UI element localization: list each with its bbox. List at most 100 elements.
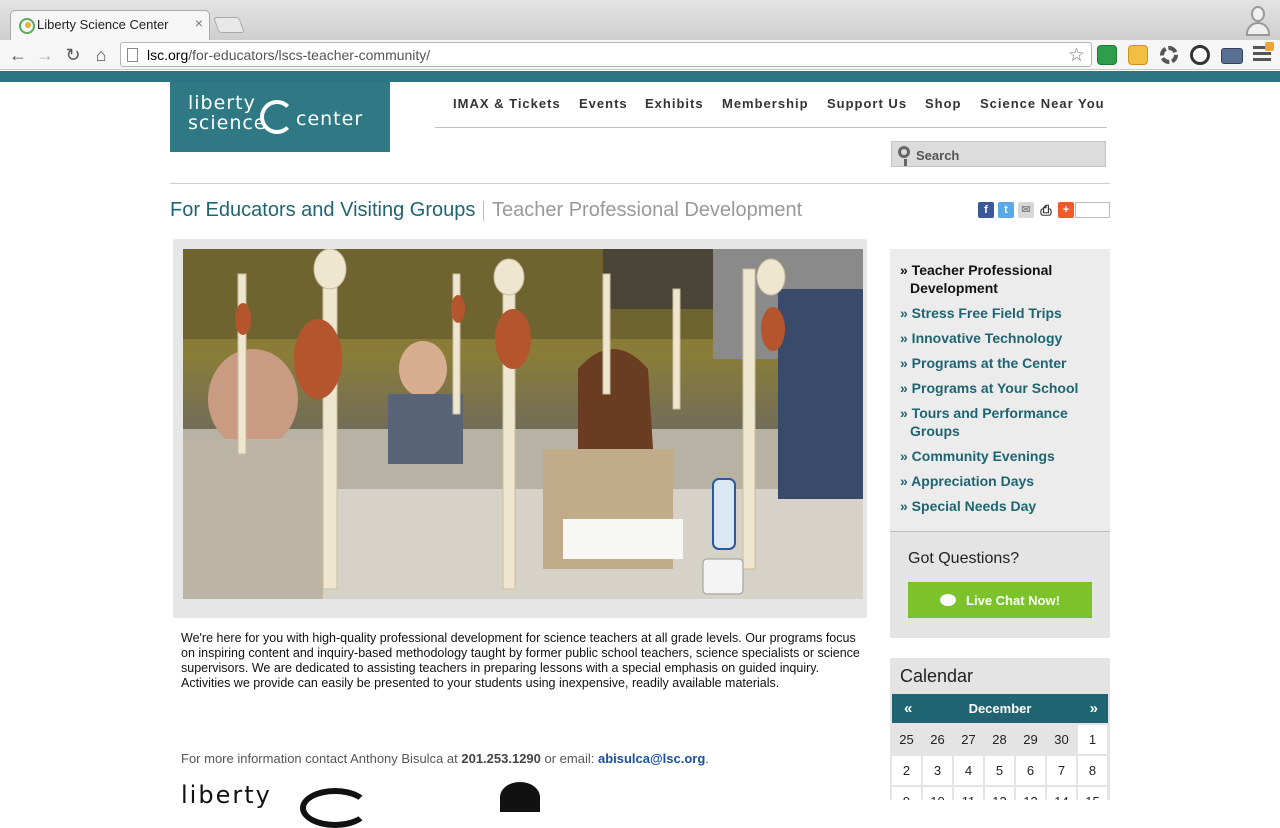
calendar-day[interactable]: 13 [1016, 787, 1045, 800]
nav-shop[interactable]: Shop [925, 96, 962, 111]
sidebar-item-programs-at-your-school[interactable]: » Programs at Your School [900, 379, 1100, 397]
contact-phone: 201.253.1290 [461, 751, 541, 766]
url-host: lsc.org [147, 47, 189, 63]
twitter-share-icon[interactable]: t [998, 202, 1014, 218]
chat-bubble-icon [940, 593, 957, 606]
hero-photo-frame [173, 239, 867, 618]
nav-science-near-you[interactable]: Science Near You [980, 96, 1105, 111]
addthis-share-icon[interactable]: + [1058, 202, 1074, 218]
browser-tab[interactable]: Liberty Science Center × [10, 10, 210, 40]
back-button[interactable]: ← [6, 43, 30, 67]
calendar-next-month-button[interactable]: » [1090, 700, 1098, 717]
email-share-icon[interactable]: ✉ [1018, 202, 1034, 218]
extension-camera-icon[interactable] [1221, 48, 1243, 64]
bookmark-star-icon[interactable]: ☆ [1068, 44, 1085, 67]
calendar-month-label: December [968, 701, 1032, 716]
sidebar-item-teacher-professional-development[interactable]: » Teacher Professional Development [900, 261, 1100, 297]
section-sidebar-nav: » Teacher Professional Development » Str… [890, 249, 1110, 532]
search-icon[interactable] [898, 146, 910, 166]
photo-illustration [183, 249, 863, 599]
address-bar[interactable]: lsc.org/for-educators/lscs-teacher-commu… [120, 42, 1092, 67]
page-icon [127, 48, 138, 62]
forward-button[interactable]: → [33, 43, 57, 67]
extension-gear-icon[interactable] [1160, 46, 1178, 64]
contact-email-link[interactable]: abisulca@lsc.org [598, 751, 705, 766]
profile-avatar-icon[interactable] [1244, 4, 1272, 38]
calendar-day[interactable]: 12 [985, 787, 1014, 800]
calendar-day[interactable]: 29 [1016, 725, 1045, 754]
calendar-heading: Calendar [900, 666, 974, 686]
calendar-day[interactable]: 30 [1047, 725, 1076, 754]
sidebar-item-community-evenings[interactable]: » Community Evenings [900, 447, 1100, 465]
nav-events[interactable]: Events [579, 96, 628, 111]
footer-logo-swirl-icon [300, 788, 370, 828]
calendar-widget: Calendar December « » 25 26 27 28 29 30 … [890, 658, 1110, 800]
url-text[interactable]: lsc.org/for-educators/lscs-teacher-commu… [147, 47, 430, 63]
calendar-month-bar: December « » [892, 694, 1108, 723]
footer-logo-text: liberty [181, 781, 272, 809]
calendar-day[interactable]: 3 [923, 756, 952, 785]
url-path: /for-educators/lscs-teacher-community/ [188, 47, 431, 63]
facebook-share-icon[interactable]: f [978, 202, 994, 218]
sidebar-item-programs-at-the-center[interactable]: » Programs at the Center [900, 354, 1100, 372]
nav-exhibits[interactable]: Exhibits [645, 96, 704, 111]
extension-ring-icon[interactable] [1190, 45, 1210, 65]
sidebar-item-innovative-technology[interactable]: » Innovative Technology [900, 329, 1100, 347]
logo-line-liberty: liberty [188, 92, 256, 114]
calendar-day[interactable]: 9 [892, 787, 921, 800]
calendar-day[interactable]: 8 [1078, 756, 1107, 785]
apple-logo-icon [500, 782, 540, 812]
site-favicon-icon [19, 18, 35, 34]
nav-imax-tickets[interactable]: IMAX & Tickets [453, 96, 561, 111]
extension-sync-icon[interactable] [1097, 45, 1117, 65]
new-tab-button[interactable] [213, 17, 245, 33]
page-title[interactable]: For Educators and Visiting Groups [170, 199, 475, 222]
calendar-day[interactable]: 10 [923, 787, 952, 800]
logo-line-center: center [296, 108, 364, 130]
calendar-day[interactable]: 2 [892, 756, 921, 785]
logo-swirl-icon [260, 100, 294, 134]
calendar-day[interactable]: 11 [954, 787, 983, 800]
page-subtitle: Teacher Professional Development [492, 199, 803, 221]
calendar-prev-month-button[interactable]: « [904, 700, 912, 717]
browser-toolbar: ← → ↻ ⌂ lsc.org/for-educators/lscs-teach… [0, 40, 1280, 70]
contact-suffix: . [705, 751, 709, 766]
extension-folder-icon[interactable] [1128, 45, 1148, 65]
sidebar-item-tours-and-performance-groups[interactable]: » Tours and Performance Groups [900, 404, 1100, 440]
calendar-day[interactable]: 5 [985, 756, 1014, 785]
chrome-menu-icon[interactable] [1253, 42, 1274, 64]
calendar-day[interactable]: 28 [985, 725, 1014, 754]
calendar-day[interactable]: 15 [1078, 787, 1107, 800]
header-divider [170, 183, 1110, 184]
calendar-day[interactable]: 1 [1078, 725, 1107, 754]
site-search [891, 141, 1106, 167]
calendar-day[interactable]: 7 [1047, 756, 1076, 785]
site-logo[interactable]: liberty science center [170, 82, 390, 152]
questions-box: Got Questions? Live Chat Now! [890, 532, 1110, 638]
questions-heading: Got Questions? [908, 550, 1020, 567]
print-icon[interactable]: ⎙ [1038, 202, 1054, 218]
contact-prefix: For more information contact Anthony Bis… [181, 751, 462, 766]
calendar-day[interactable]: 26 [923, 725, 952, 754]
contact-middle: or email: [540, 751, 598, 766]
sidebar-item-appreciation-days[interactable]: » Appreciation Days [900, 472, 1100, 490]
live-chat-label: Live Chat Now! [966, 592, 1060, 608]
teachers-with-skeleton-models-photo [183, 249, 863, 599]
reload-button[interactable]: ↻ [61, 43, 85, 67]
calendar-day[interactable]: 14 [1047, 787, 1076, 800]
title-separator [483, 201, 484, 221]
close-tab-icon[interactable]: × [195, 15, 203, 31]
nav-membership[interactable]: Membership [722, 96, 809, 111]
search-input[interactable] [916, 145, 1101, 165]
nav-support-us[interactable]: Support Us [827, 96, 907, 111]
site-top-bar [0, 71, 1280, 82]
sidebar-item-stress-free-field-trips[interactable]: » Stress Free Field Trips [900, 304, 1100, 322]
calendar-day[interactable]: 25 [892, 725, 921, 754]
home-button[interactable]: ⌂ [89, 43, 113, 67]
sidebar-item-special-needs-day[interactable]: » Special Needs Day [900, 497, 1100, 515]
calendar-day[interactable]: 6 [1016, 756, 1045, 785]
calendar-day[interactable]: 4 [954, 756, 983, 785]
calendar-day[interactable]: 27 [954, 725, 983, 754]
live-chat-button[interactable]: Live Chat Now! [908, 582, 1092, 618]
tab-title: Liberty Science Center [37, 17, 169, 32]
